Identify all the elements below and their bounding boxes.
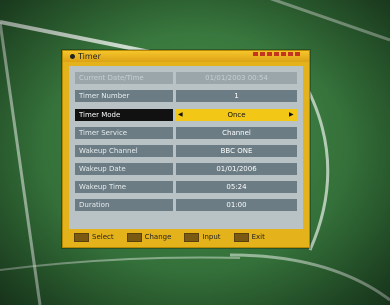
row-timer-mode[interactable]: Timer Mode Once ◀ ▶ (75, 109, 297, 121)
hint-select: Select (92, 233, 114, 241)
key-hint-bar: Select Change Input Exit (69, 231, 303, 243)
row-label: Timer Number (75, 90, 173, 102)
change-key-icon (126, 232, 142, 242)
row-value[interactable]: Channel (176, 127, 297, 139)
left-arrow-icon[interactable]: ◀ (178, 109, 183, 121)
row-value[interactable]: 1 (176, 90, 297, 102)
row-label: Wakeup Time (75, 181, 173, 193)
row-value[interactable]: 05:24 (176, 181, 297, 193)
hint-change: Change (144, 233, 172, 241)
row-value[interactable]: 01:00 (176, 199, 297, 211)
row-value[interactable]: Once (176, 109, 297, 121)
row-timer-number[interactable]: Timer Number 1 (75, 90, 297, 102)
exit-key-icon (233, 232, 249, 242)
timer-dialog: Timer Current Date/Time 01/01/2003 00:54… (62, 50, 310, 248)
row-label: Wakeup Channel (75, 145, 173, 157)
select-key-icon (74, 232, 89, 242)
row-label: Timer Mode (75, 109, 173, 121)
settings-panel: Current Date/Time 01/01/2003 00:54 Timer… (69, 66, 303, 229)
dialog-title: Timer (78, 52, 101, 61)
row-duration[interactable]: Duration 01:00 (75, 199, 297, 211)
title-stripes (253, 52, 300, 57)
row-label: Current Date/Time (75, 72, 173, 84)
hint-exit: Exit (251, 233, 265, 241)
right-arrow-icon[interactable]: ▶ (289, 109, 294, 121)
row-current-datetime: Current Date/Time 01/01/2003 00:54 (75, 72, 297, 84)
row-value[interactable]: 01/01/2006 (176, 163, 297, 175)
row-value: 01/01/2003 00:54 (176, 72, 297, 84)
row-label: Timer Service (75, 127, 173, 139)
row-wakeup-time[interactable]: Wakeup Time 05:24 (75, 181, 297, 193)
row-label: Duration (75, 199, 173, 211)
title-bar: Timer (63, 51, 309, 62)
row-value[interactable]: BBC ONE (176, 145, 297, 157)
hint-input: Input (202, 233, 221, 241)
input-key-icon (184, 232, 200, 242)
bullet-icon (70, 54, 75, 59)
row-label: Wakeup Date (75, 163, 173, 175)
row-wakeup-date[interactable]: Wakeup Date 01/01/2006 (75, 163, 297, 175)
row-timer-service[interactable]: Timer Service Channel (75, 127, 297, 139)
row-wakeup-channel[interactable]: Wakeup Channel BBC ONE (75, 145, 297, 157)
